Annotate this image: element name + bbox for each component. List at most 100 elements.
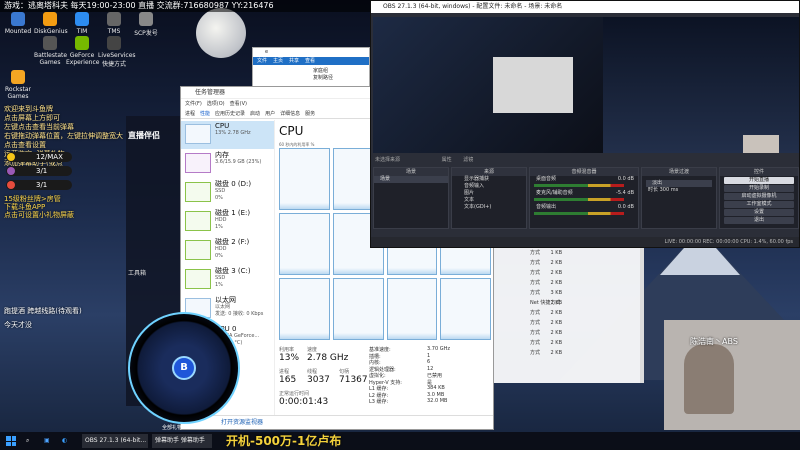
edge-icon[interactable]: ◐: [62, 434, 72, 448]
file-row[interactable]: 方式 2 KB: [494, 348, 644, 358]
explorer-command[interactable]: 复制路径: [313, 75, 369, 82]
search-icon[interactable]: ⌕: [26, 434, 36, 448]
file-row[interactable]: 方式 2 KB: [494, 308, 644, 318]
start-button-icon[interactable]: [6, 436, 16, 446]
explorer-commands[interactable]: 家庭组 复制路径: [253, 65, 369, 82]
file-row[interactable]: 方式 2 KB: [494, 328, 644, 338]
explorer-command[interactable]: 家庭组: [313, 68, 369, 75]
toolbox-label[interactable]: 工具箱: [128, 268, 146, 277]
file-explorer-window[interactable]: e 文件 主页 共享 查看 家庭组 复制路径: [252, 47, 370, 89]
file-row[interactable]: Net 快捷方式 1 KB: [494, 298, 644, 308]
taskbar-danmu[interactable]: 弹幕助手 弹幕助手: [152, 434, 212, 448]
control-button[interactable]: 开始录制: [724, 185, 794, 192]
explorer-tab[interactable]: 主页: [273, 58, 283, 64]
desktop-icon[interactable]: DiskGenius: [34, 12, 68, 35]
file-list-window[interactable]: 方式 1 KB 方式 2 KB 方式 2 KB 方式 2 KB 方式 3 KB Net 快捷方式 1 …: [494, 248, 644, 383]
file-size: 2 KB: [550, 320, 562, 326]
processes-value: 165: [279, 375, 297, 385]
file-row[interactable]: 方式 2 KB: [494, 258, 644, 268]
gift-wheel-footer: 全部礼物: [162, 425, 183, 431]
windows-taskbar[interactable]: ⌕ ▣ ◐ OBS 27.1.3 (64-bit... 弹幕助手 弹幕助手: [0, 432, 800, 450]
obs-window[interactable]: OBS 27.1.3 (64-bit, windows) - 配置文件: 未命名…: [370, 0, 800, 248]
taskbar-obs[interactable]: OBS 27.1.3 (64-bit...: [82, 434, 148, 448]
control-button[interactable]: 工作室模式: [724, 201, 794, 208]
desktop-icon[interactable]: SCP发号: [130, 12, 162, 37]
source-item[interactable]: 文本(GDI+): [452, 204, 526, 211]
control-button[interactable]: 退出: [724, 217, 794, 224]
tab-4[interactable]: 用户: [265, 111, 275, 117]
perf-item[interactable]: 磁盘 2 (F:) HDD 0%: [181, 237, 274, 265]
perf-thumbnail: [185, 211, 211, 231]
perf-item[interactable]: 内存 3.6/15.9 GB (23%): [181, 150, 274, 178]
gift-wheel-center[interactable]: B: [172, 356, 196, 380]
transition-panel[interactable]: 场景过渡 淡出 时长 300 ms: [641, 167, 717, 229]
audio-mixer-panel[interactable]: 音频混音器 桌面音频 0.0 dB 麦克风/辅助音频 -5.4 dB 音频输出 0.0 d…: [529, 167, 639, 229]
perf-item[interactable]: CPU 13% 2.78 GHz: [181, 121, 274, 149]
filters-button[interactable]: 滤镜: [463, 157, 473, 163]
task-view-icon[interactable]: ▣: [44, 434, 54, 448]
tab-2[interactable]: 应用历史记录: [215, 111, 245, 117]
sources-panel[interactable]: 来源 显示器捕获 音频输入 图片 文本 文本(GDI+): [451, 167, 527, 229]
source-item[interactable]: 图片: [452, 190, 526, 197]
duration-value[interactable]: 300 ms: [660, 187, 679, 193]
mixer-channel[interactable]: 麦克风/辅助音频 -5.4 dB: [530, 190, 638, 204]
obs-preview[interactable]: [373, 17, 799, 153]
control-button[interactable]: 启动虚拟摄像机: [724, 193, 794, 200]
source-item[interactable]: 显示器捕获: [452, 176, 526, 183]
file-list-scrollbar[interactable]: [640, 248, 644, 383]
fan-badge-icon: [7, 167, 15, 175]
explorer-tab[interactable]: 共享: [289, 58, 299, 64]
file-row[interactable]: 方式 2 KB: [494, 278, 644, 288]
desktop-icon[interactable]: Battlestate Games: [34, 36, 68, 66]
controls-panel[interactable]: 控件 开始直播 开始录制 启动虚拟摄像机 工作室模式 设置 退出: [719, 167, 799, 229]
control-button[interactable]: 设置: [724, 209, 794, 216]
desktop-icon[interactable]: TIM: [66, 12, 98, 35]
tab-5[interactable]: 详细信息: [280, 111, 300, 117]
fan-level-value: 3/1: [36, 181, 48, 189]
menu-item[interactable]: 选项(O): [207, 101, 225, 107]
perf-thumbnail: [185, 124, 211, 144]
file-row[interactable]: 方式 2 KB: [494, 268, 644, 278]
transition-duration[interactable]: 时长 300 ms: [642, 187, 716, 194]
scenes-panel[interactable]: 场景 场景: [373, 167, 449, 229]
properties-button[interactable]: 属性: [442, 157, 452, 163]
tab-3[interactable]: 启动: [250, 111, 260, 117]
perf-item-sub2: 0%: [215, 253, 223, 259]
perf-item[interactable]: 磁盘 3 (C:) SSD 1%: [181, 266, 274, 294]
file-row[interactable]: 方式 3 KB: [494, 288, 644, 298]
source-item[interactable]: 音频输入: [452, 183, 526, 190]
open-resource-monitor-link[interactable]: 打开资源监视器: [181, 415, 493, 429]
file-row[interactable]: 方式 1 KB: [494, 248, 644, 258]
mixer-channel[interactable]: 音频输出 0.0 dB: [530, 204, 638, 218]
explorer-tab[interactable]: 查看: [305, 58, 315, 64]
file-size: 2 KB: [550, 280, 562, 286]
cpu-core-graph: [386, 278, 438, 340]
app-icon: [43, 12, 57, 26]
desktop-icon[interactable]: LiveServices 快捷方式: [98, 36, 136, 68]
explorer-tab[interactable]: 文件: [257, 58, 267, 64]
menu-item[interactable]: 文件(F): [185, 101, 202, 107]
transition-type[interactable]: 淡出: [646, 180, 712, 187]
control-button[interactable]: 开始直播: [724, 177, 794, 184]
desktop-icon[interactable]: Mounted: [2, 12, 34, 35]
explorer-ribbon[interactable]: 文件 主页 共享 查看: [253, 57, 369, 65]
obs-source-toolbar: 未选择来源 属性 滤镜: [373, 155, 799, 165]
tab-1[interactable]: 性能: [200, 111, 210, 117]
desktop-icon[interactable]: TMS: [98, 12, 130, 35]
mixer-channel[interactable]: 桌面音频 0.0 dB: [530, 176, 638, 190]
scene-item[interactable]: 场景: [374, 176, 448, 183]
perf-item[interactable]: 磁盘 0 (D:) SSD 0%: [181, 179, 274, 207]
menu-item[interactable]: 查看(V): [230, 101, 247, 107]
desktop-icon[interactable]: GeForce Experience: [66, 36, 99, 66]
file-row[interactable]: 方式 2 KB: [494, 318, 644, 328]
file-type: 方式: [530, 250, 541, 256]
desktop-icon[interactable]: Rockstar Games: [2, 70, 34, 100]
perf-item[interactable]: 磁盘 1 (E:) HDD 1%: [181, 208, 274, 236]
file-row[interactable]: 方式 2 KB: [494, 338, 644, 348]
desktop-icon-label: Battlestate Games: [34, 52, 68, 66]
source-item[interactable]: 文本: [452, 197, 526, 204]
perf-item-sub: HDD: [215, 217, 227, 223]
perf-item-name: 磁盘 1 (E:): [215, 209, 251, 217]
tab-6[interactable]: 服务: [305, 111, 315, 117]
tab-0[interactable]: 进程: [185, 111, 195, 117]
